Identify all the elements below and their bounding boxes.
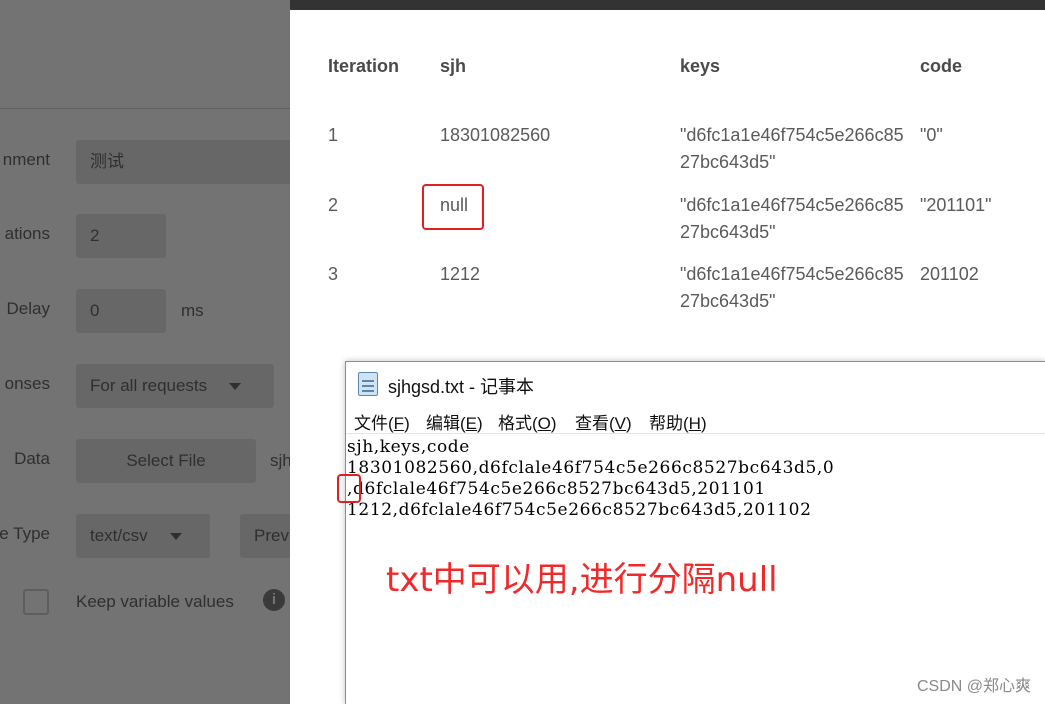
cell-keys: "d6fc1a1e46f754c5e266c8527bc643d5" <box>680 264 904 311</box>
keep-variable-values-label: Keep variable values <box>76 592 234 611</box>
cell-keys: "d6fc1a1e46f754c5e266c8527bc643d5" <box>680 195 904 242</box>
notepad-menubar: 文件(F) 编辑(E) 格式(O) 查看(V) 帮助(H) <box>346 406 1045 434</box>
cell-iteration: 2 <box>328 195 339 215</box>
cell-iteration: 1 <box>328 125 339 145</box>
panel-divider <box>0 108 290 109</box>
cell-iteration: 3 <box>328 264 339 284</box>
null-highlight-box <box>422 184 484 230</box>
col-header-keys: keys <box>680 56 721 76</box>
cell-code: "201101" <box>920 195 992 215</box>
col-header-iteration: Iteration <box>328 56 400 76</box>
text-line: ,d6fclale46f754c5e266c8527bc643d5,201101 <box>347 479 766 499</box>
environment-row: nment 测试 <box>0 140 290 184</box>
col-header-code: code <box>920 56 963 76</box>
data-row: Data Select File sjh <box>0 439 290 483</box>
log-responses-value: For all requests <box>90 376 208 395</box>
chevron-down-icon <box>229 383 242 391</box>
menu-help[interactable]: 帮助(H) <box>649 409 707 434</box>
iterations-label: ations <box>4 224 50 243</box>
notepad-title: sjhgsd.txt - 记事本 <box>388 377 535 397</box>
results-topbar <box>290 0 1045 10</box>
environment-select[interactable]: 测试 <box>76 140 290 184</box>
menu-format[interactable]: 格式(O) <box>498 409 557 434</box>
cell-sjh: 1212 <box>440 264 481 284</box>
text-line: sjh,keys,code <box>347 437 470 457</box>
notepad-text-area[interactable]: sjh,keys,code 18301082560,d6fclale46f754c… <box>347 437 834 521</box>
comma-highlight-box <box>337 474 361 503</box>
iterations-input[interactable]: 2 <box>76 214 166 258</box>
menu-edit[interactable]: 编辑(E) <box>426 409 483 434</box>
menu-file[interactable]: 文件(F) <box>354 409 410 434</box>
data-label: Data <box>14 449 50 468</box>
log-responses-label: onses <box>4 374 50 393</box>
preview-button[interactable]: Prev <box>240 514 290 558</box>
col-header-sjh: sjh <box>440 56 467 76</box>
watermark: CSDN @郑心爽 <box>916 678 1031 695</box>
notepad-window: sjhgsd.txt - 记事本 文件(F) 编辑(E) 格式(O) 查看(V)… <box>337 361 1045 704</box>
delay-label: Delay <box>6 299 50 318</box>
file-type-select[interactable]: text/csv <box>76 514 210 558</box>
cell-code: 201102 <box>920 264 979 284</box>
chevron-down-icon <box>169 533 182 541</box>
annotation-text: txt中可以用,进行分隔null <box>386 560 778 600</box>
iterations-row: ations 2 <box>0 214 290 258</box>
cell-keys: "d6fc1a1e46f754c5e266c8527bc643d5" <box>680 125 904 172</box>
info-icon[interactable]: i <box>263 589 285 611</box>
delay-row: Delay 0 ms <box>0 289 290 333</box>
select-file-button[interactable]: Select File <box>76 439 256 483</box>
delay-unit: ms <box>181 301 204 320</box>
file-type-row: e Type text/csv Prev <box>0 514 290 558</box>
menu-view[interactable]: 查看(V) <box>575 409 632 434</box>
delay-input[interactable]: 0 <box>76 289 166 333</box>
text-line: 1212,d6fclale46f754c5e266c8527bc643d5,20… <box>347 500 812 520</box>
runner-config-panel: nment 测试 ations 2 Delay 0 ms onses For a… <box>0 0 290 704</box>
notepad-titlebar: sjhgsd.txt - 记事本 <box>346 362 1045 406</box>
log-responses-row: onses For all requests <box>0 364 290 408</box>
cell-sjh: 18301082560 <box>440 125 551 145</box>
log-responses-select[interactable]: For all requests <box>76 364 274 408</box>
keep-variable-values-checkbox[interactable] <box>23 589 49 615</box>
file-type-label: e Type <box>0 524 50 543</box>
notepad-icon <box>358 372 378 396</box>
data-file-name: sjh <box>270 451 290 470</box>
environment-label: nment <box>2 150 50 169</box>
text-line: 18301082560,d6fclale46f754c5e266c8527bc6… <box>347 458 835 478</box>
cell-code: "0" <box>920 125 943 145</box>
file-type-value: text/csv <box>90 526 148 545</box>
